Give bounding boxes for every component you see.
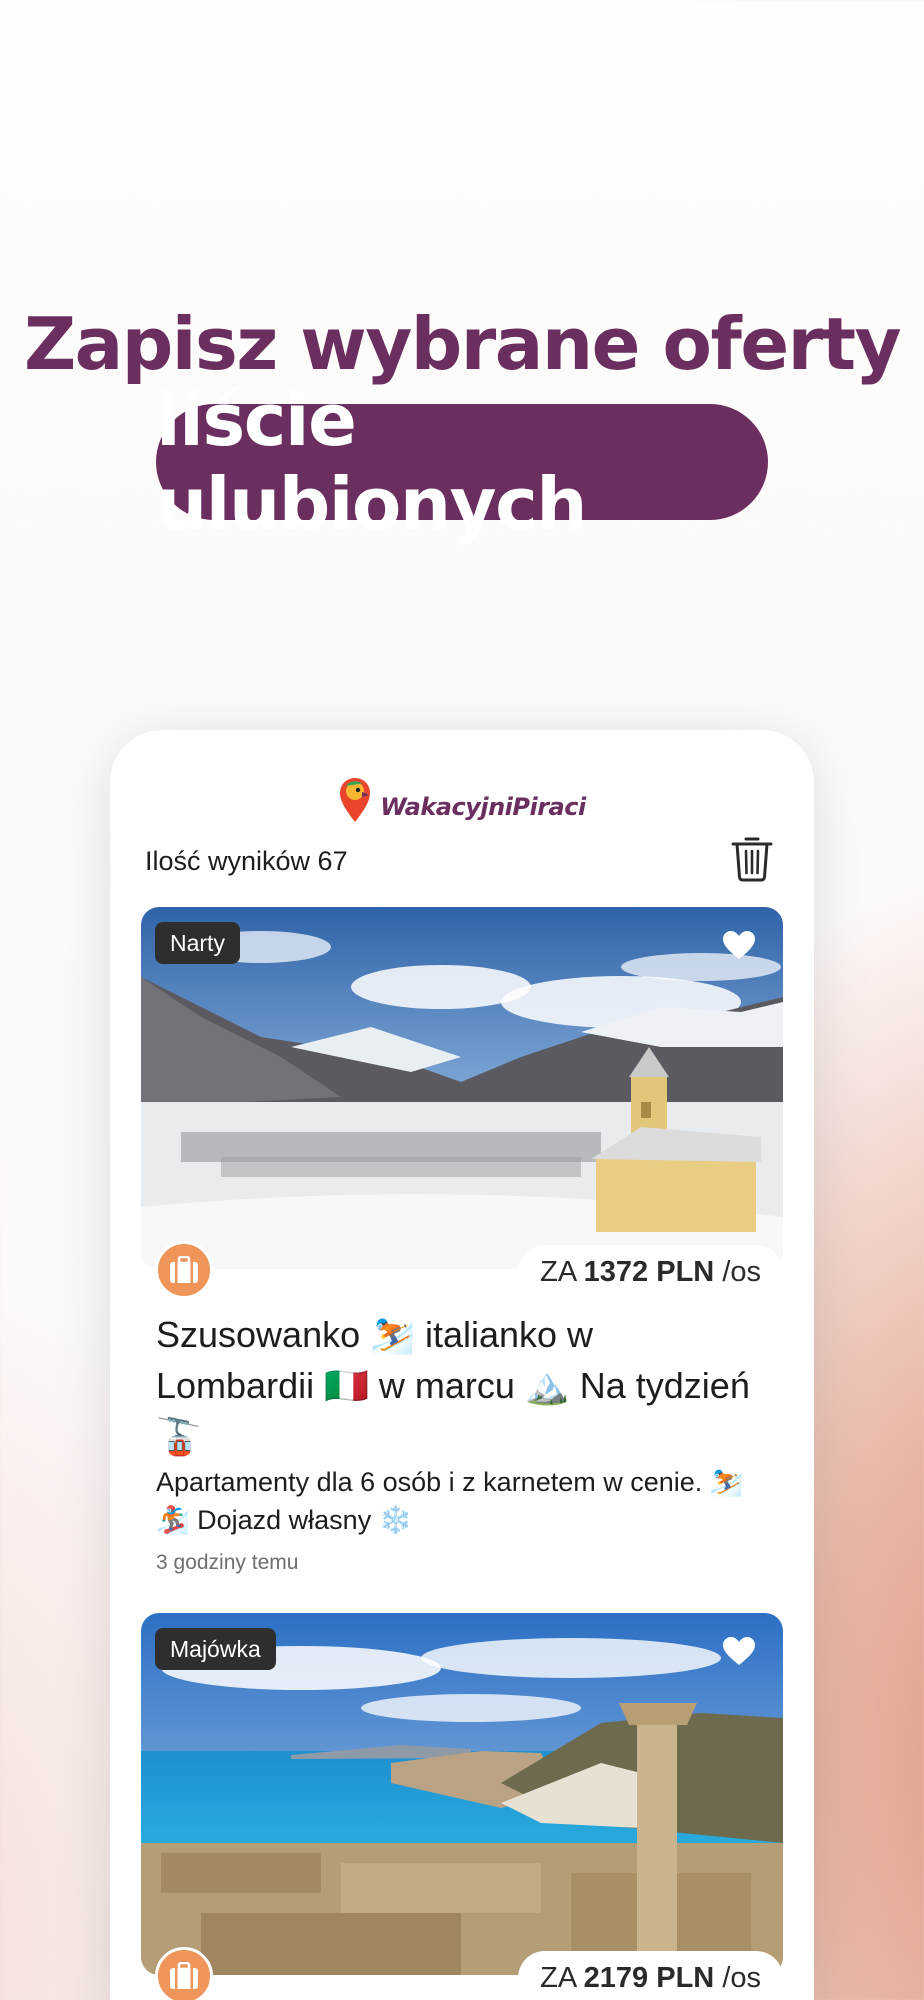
headline-line-2: liście ulubionych	[156, 378, 588, 546]
offer-card[interactable]: Narty ZA 1372 PLN /os Szusowanko ⛷️ ital…	[141, 907, 783, 1587]
offer-image[interactable]: Narty	[141, 907, 783, 1269]
offer-card[interactable]: Majówka ZA 2179 PLN /os	[141, 1613, 783, 2000]
suitcase-icon	[170, 1962, 198, 1989]
package-badge	[155, 1947, 213, 2000]
price-value: 2179 PLN	[583, 1962, 715, 1994]
price-suffix: /os	[722, 1962, 761, 1994]
results-count: Ilość wyników 67	[145, 846, 348, 876]
heart-icon[interactable]	[721, 929, 757, 961]
category-badge: Narty	[155, 922, 240, 964]
headline-highlight-pill: liście ulubionych	[156, 378, 768, 546]
price-prefix: ZA	[540, 1962, 576, 1994]
price-value: 1372 PLN	[583, 1256, 715, 1288]
offer-description: Apartamenty dla 6 osób i z karnetem w ce…	[156, 1467, 744, 1535]
offer-price: ZA 2179 PLN /os	[518, 1951, 783, 2000]
offer-title[interactable]: Szusowanko ⛷️ italianko w Lombardii 🇮🇹 w…	[156, 1309, 756, 1462]
category-badge: Majówka	[155, 1628, 276, 1670]
price-prefix: ZA	[540, 1256, 576, 1288]
logo-text: WakacyjniPiraci	[380, 793, 586, 821]
offer-image[interactable]: Majówka	[141, 1613, 783, 1975]
heart-icon[interactable]	[721, 1635, 757, 1667]
package-badge	[155, 1241, 213, 1299]
offer-time: 3 godziny temu	[156, 1551, 299, 1574]
price-suffix: /os	[722, 1256, 761, 1288]
offer-price: ZA 1372 PLN /os	[518, 1245, 783, 1299]
trash-icon[interactable]	[730, 834, 774, 882]
phone-screen: WakacyjniPiraci Ilość wyników 67 Narty Z…	[110, 730, 814, 2000]
parrot-icon	[340, 778, 371, 822]
suitcase-icon	[170, 1256, 198, 1283]
app-logo: WakacyjniPiraci	[110, 770, 814, 830]
